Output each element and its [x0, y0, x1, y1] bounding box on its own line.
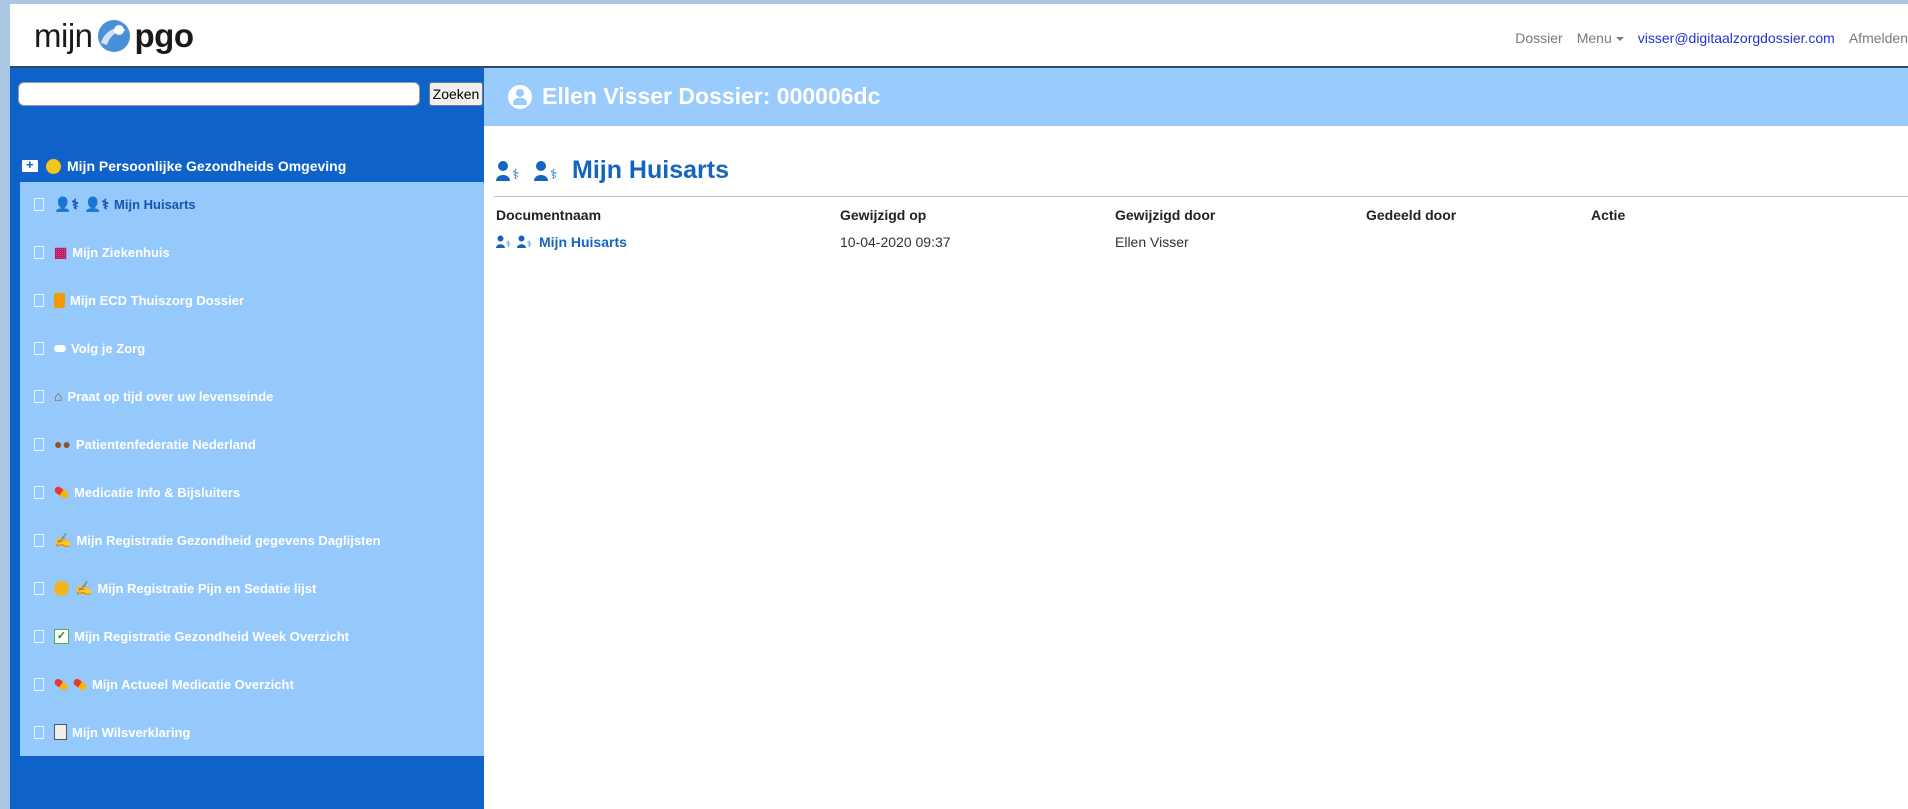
nav-menu[interactable]: Menu	[1577, 30, 1624, 46]
sidebar-root-item[interactable]: Mijn Persoonlijke Gezondheids Omgeving	[22, 157, 347, 174]
cell-modified-on: 10-04-2020 09:37	[840, 234, 951, 250]
sidebar-item-patientenfederatie[interactable]: ●● Patientenfederatie Nederland	[34, 434, 256, 454]
column-header-actie: Actie	[1591, 207, 1626, 223]
sad-face-icon	[54, 580, 69, 596]
logo-suffix: pgo	[134, 17, 194, 54]
sidebar-submenu: 👤⚕ 👤⚕ Mijn Huisarts ▦ Mijn Ziekenhuis Mi…	[20, 182, 484, 756]
sidebar-item-label: Praat op tijd over uw levenseinde	[67, 388, 274, 404]
page-icon	[34, 629, 44, 643]
search-button[interactable]: Zoeken	[429, 82, 483, 106]
sidebar-root-label: Mijn Persoonlijke Gezondheids Omgeving	[67, 158, 347, 174]
page-icon	[34, 581, 44, 595]
dossier-title-text: Ellen Visser Dossier: 000006dc	[542, 83, 881, 109]
sidebar-item-levenseinde[interactable]: ⌂ Praat op tijd over uw levenseinde	[34, 386, 273, 406]
doctor-icon: ⚕	[496, 235, 511, 249]
doctor-icon: ⚕	[534, 160, 568, 182]
folder-plus-icon	[22, 157, 38, 172]
doctor-icon: 👤⚕	[54, 196, 80, 212]
dossier-header: Ellen Visser Dossier: 000006dc	[484, 68, 1908, 126]
dossier-title: Ellen Visser Dossier: 000006dc	[508, 83, 880, 110]
nav-dossier[interactable]: Dossier	[1515, 30, 1562, 46]
doctor-icon: 👤⚕	[84, 196, 110, 212]
sidebar: Zoeken Mijn Persoonlijke Gezondheids Omg…	[10, 68, 484, 809]
writing-hand-icon: ✍	[75, 580, 93, 596]
sidebar-item-mijn-huisarts[interactable]: 👤⚕ 👤⚕ Mijn Huisarts	[34, 194, 196, 214]
user-email-link[interactable]: visser@digitaalzorgdossier.com	[1638, 30, 1835, 46]
sidebar-item-wilsverklaring[interactable]: Mijn Wilsverklaring	[34, 722, 190, 742]
sidebar-item-actueel-medicatie[interactable]: Mijn Actueel Medicatie Overzicht	[34, 674, 294, 694]
sidebar-item-registratie-daglijsten[interactable]: ✍ Mijn Registratie Gezondheid gegevens D…	[34, 530, 381, 550]
page-icon	[34, 725, 44, 739]
search-input[interactable]	[18, 82, 420, 106]
page-icon	[34, 341, 44, 355]
page-icon	[34, 245, 44, 259]
sidebar-item-label: Mijn Registratie Gezondheid Week Overzic…	[74, 628, 349, 644]
page-icon	[34, 293, 44, 307]
sidebar-item-label: Mijn ECD Thuiszorg Dossier	[70, 292, 245, 308]
doctor-icon: ⚕	[517, 235, 532, 249]
sidebar-item-label: Mijn Actueel Medicatie Overzicht	[92, 676, 294, 692]
nav-menu-label: Menu	[1576, 30, 1612, 46]
sidebar-item-label: Mijn Wilsverklaring	[72, 724, 191, 740]
pill-icon	[53, 677, 69, 691]
sidebar-item-label: Medicatie Info & Bijsluiters	[74, 484, 241, 500]
column-header-gedeeld-door[interactable]: Gedeeld door	[1366, 207, 1456, 223]
cloud-icon	[54, 344, 66, 352]
top-bar: mijn pgo Dossier Menu visser@digitaalzor…	[10, 4, 1908, 68]
page-icon	[34, 197, 44, 211]
sidebar-item-medicatie-info[interactable]: Medicatie Info & Bijsluiters	[34, 482, 240, 502]
sidebar-item-label: Volg je Zorg	[71, 340, 146, 356]
svg-text:⚕: ⚕	[550, 167, 558, 182]
svg-text:⚕: ⚕	[527, 240, 532, 249]
writing-hand-icon: ✍	[54, 532, 72, 548]
sidebar-item-label: Mijn Ziekenhuis	[72, 244, 170, 260]
page-icon	[34, 389, 44, 403]
sidebar-item-ecd-thuiszorg[interactable]: Mijn ECD Thuiszorg Dossier	[34, 290, 244, 310]
hospital-icon: ▦	[54, 244, 68, 260]
column-header-gewijzigd-door[interactable]: Gewijzigd door	[1115, 207, 1215, 223]
sidebar-item-label: Patientenfederatie Nederland	[75, 436, 256, 452]
page-title-text: Mijn Huisarts	[572, 156, 729, 184]
page-title: ⚕ ⚕ Mijn Huisarts	[496, 156, 729, 185]
document-icon	[54, 724, 67, 740]
column-header-gewijzigd-op[interactable]: Gewijzigd op	[840, 207, 926, 223]
svg-text:⚕: ⚕	[512, 167, 520, 182]
smiley-icon	[46, 158, 61, 174]
house-icon: ⌂	[54, 388, 63, 404]
caret-down-icon	[1615, 37, 1624, 42]
app-window: mijn pgo Dossier Menu visser@digitaalzor…	[10, 4, 1908, 809]
doctor-icon: ⚕	[496, 160, 530, 182]
top-nav: Dossier Menu visser@digitaalzorgdossier.…	[1501, 30, 1908, 46]
sidebar-item-label: Mijn Registratie Pijn en Sedatie lijst	[97, 580, 317, 596]
sidebar-item-label: Mijn Registratie Gezondheid gegevens Dag…	[76, 532, 381, 548]
sidebar-item-week-overzicht[interactable]: ✓ Mijn Registratie Gezondheid Week Overz…	[34, 626, 349, 646]
page-icon	[34, 677, 44, 691]
column-header-documentnaam[interactable]: Documentnaam	[496, 207, 601, 223]
page-icon	[34, 533, 44, 547]
logo-prefix: mijn	[34, 17, 93, 54]
sidebar-item-mijn-ziekenhuis[interactable]: ▦ Mijn Ziekenhuis	[34, 242, 170, 262]
people-icon: ●●	[54, 436, 71, 452]
document-name: Mijn Huisarts	[539, 234, 627, 250]
sidebar-item-pijn-sedatie[interactable]: ✍ Mijn Registratie Pijn en Sedatie lijst	[34, 578, 316, 598]
sidebar-item-label: Mijn Huisarts	[114, 196, 196, 212]
pill-icon	[72, 677, 88, 691]
table-divider	[494, 196, 1908, 197]
logo[interactable]: mijn pgo	[34, 16, 194, 56]
page-icon	[34, 485, 44, 499]
page-icon	[34, 437, 44, 451]
sidebar-item-volg-je-zorg[interactable]: Volg je Zorg	[34, 338, 145, 358]
cell-modified-by: Ellen Visser	[1115, 234, 1189, 250]
logout-link[interactable]: Afmelden	[1849, 30, 1908, 46]
document-link[interactable]: ⚕ ⚕ Mijn Huisarts	[496, 234, 627, 250]
svg-text:⚕: ⚕	[506, 240, 511, 249]
pill-icon	[53, 484, 70, 500]
checkmark-chart-icon: ✓	[54, 628, 69, 644]
user-circle-icon	[508, 84, 532, 109]
orange-book-icon	[54, 292, 65, 308]
blue-swirl-logo-icon	[97, 20, 130, 52]
